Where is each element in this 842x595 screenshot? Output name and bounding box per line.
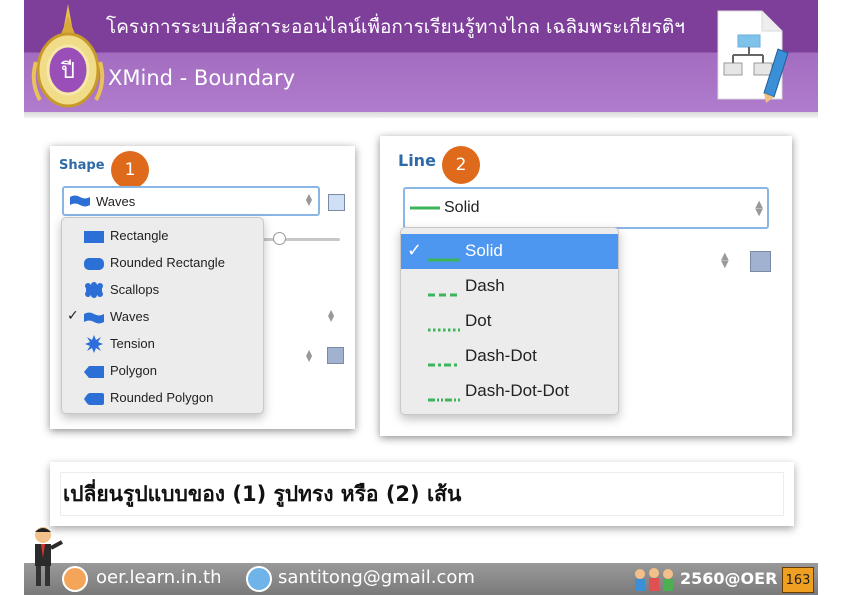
dash-line-icon bbox=[428, 283, 460, 302]
royal-emblem-icon: ปี bbox=[28, 2, 108, 110]
rounded-rectangle-shape-icon bbox=[83, 256, 105, 275]
footer-website[interactable]: oer.learn.in.th bbox=[96, 567, 221, 588]
students-icon bbox=[632, 565, 676, 595]
line-option-solid[interactable]: ✓ Solid bbox=[401, 234, 618, 269]
rounded-polygon-shape-icon bbox=[83, 391, 105, 410]
shape-option-rectangle[interactable]: Rectangle bbox=[62, 224, 263, 248]
caption-frame: เปลี่ยนรูปแบบของ (1) รูปทรง หรือ (2) เส้… bbox=[60, 472, 784, 516]
shape-option-polygon[interactable]: Polygon bbox=[62, 359, 263, 383]
dash-dot-line-icon bbox=[428, 353, 460, 372]
shape-option-rounded-polygon[interactable]: Rounded Polygon bbox=[62, 386, 263, 410]
line-option-label: Dash-Dot-Dot bbox=[465, 381, 569, 400]
checkmark-icon: ✓ bbox=[67, 308, 79, 324]
footer-bar: oer.learn.in.th santitong@gmail.com 2560… bbox=[24, 563, 818, 595]
line-option-label: Dash-Dot bbox=[465, 346, 537, 365]
shape-option-label: Scallops bbox=[110, 282, 160, 297]
line-option-label: Solid bbox=[465, 241, 503, 260]
opacity-slider-handle[interactable] bbox=[273, 232, 286, 245]
shape-option-label: Waves bbox=[110, 309, 150, 324]
shape-select-value: Waves bbox=[96, 193, 136, 209]
line-style-select[interactable]: Solid ▲ ▼ bbox=[403, 187, 769, 229]
banner-subtitle: XMind - Boundary bbox=[108, 66, 296, 90]
line-option-dash-dot-dot[interactable]: Dash-Dot-Dot bbox=[401, 374, 618, 409]
fill-color-swatch[interactable] bbox=[328, 194, 345, 211]
solid-line-icon bbox=[410, 205, 440, 211]
step-badge-2: 2 bbox=[442, 146, 480, 184]
caption-box: เปลี่ยนรูปแบบของ (1) รูปทรง หรือ (2) เส้… bbox=[50, 462, 794, 526]
polygon-shape-icon bbox=[83, 364, 105, 383]
page-number: 163 bbox=[782, 567, 814, 593]
shape-option-label: Polygon bbox=[110, 363, 157, 378]
line-panel: Line 2 Solid ▲ ▼ ▲ ▼ ✓ Solid Dash Dot Da… bbox=[380, 136, 792, 436]
svg-text:ปี: ปี bbox=[60, 59, 75, 84]
teacher-mascot-icon bbox=[26, 526, 66, 592]
caption-text: เปลี่ยนรูปแบบของ (1) รูปทรง หรือ (2) เส้… bbox=[63, 481, 462, 506]
opacity-slider-track[interactable] bbox=[260, 238, 340, 241]
line-select-stepper-icon: ▲ ▼ bbox=[755, 199, 763, 218]
line-width-stepper-icon[interactable]: ▲ ▼ bbox=[328, 309, 334, 323]
header-divider bbox=[24, 112, 818, 118]
solid-line-icon bbox=[428, 248, 460, 267]
line-style-dropdown: ✓ Solid Dash Dot Dash-Dot Dash-Dot-Dot bbox=[400, 227, 619, 415]
shape-dropdown: Rectangle Rounded Rectangle Scallops ✓ W… bbox=[61, 217, 264, 414]
footer-email[interactable]: santitong@gmail.com bbox=[278, 567, 475, 588]
step-badge-1: 1 bbox=[111, 151, 149, 189]
line-style-stepper-icon[interactable]: ▲ ▼ bbox=[306, 349, 312, 363]
line-option-dash[interactable]: Dash bbox=[401, 269, 618, 304]
shape-option-label: Rounded Rectangle bbox=[110, 255, 225, 270]
shape-option-scallops[interactable]: Scallops bbox=[62, 278, 263, 302]
shape-option-tension[interactable]: Tension bbox=[62, 332, 263, 356]
email-icon bbox=[246, 566, 272, 592]
rectangle-shape-icon bbox=[83, 229, 105, 248]
banner-title: โครงการระบบสื่อสาระออนไลน์เพื่อการเรียนร… bbox=[106, 16, 685, 38]
dash-dot-dot-line-icon bbox=[428, 388, 460, 407]
footer-brand: 2560@OER bbox=[680, 569, 778, 588]
shape-option-rounded-rectangle[interactable]: Rounded Rectangle bbox=[62, 251, 263, 275]
shape-option-label: Rounded Polygon bbox=[110, 390, 214, 405]
shape-select[interactable]: Waves ▲ ▼ bbox=[62, 186, 320, 216]
scallops-shape-icon bbox=[83, 282, 105, 302]
line-color-swatch[interactable] bbox=[750, 251, 771, 272]
line-width-stepper-icon[interactable]: ▲ ▼ bbox=[721, 252, 729, 270]
shape-option-label: Rectangle bbox=[110, 228, 169, 243]
xmind-app-icon bbox=[712, 7, 792, 104]
shape-option-label: Tension bbox=[110, 336, 155, 351]
shape-select-stepper-icon: ▲ ▼ bbox=[305, 192, 312, 207]
line-option-dash-dot[interactable]: Dash-Dot bbox=[401, 339, 618, 374]
line-option-label: Dash bbox=[465, 276, 505, 295]
shape-section-title: Shape bbox=[59, 158, 105, 173]
shape-option-waves[interactable]: ✓ Waves bbox=[62, 305, 263, 329]
shape-panel: Shape 1 Waves ▲ ▼ ▲ ▼ ▲ ▼ Rectangle Rounded… bbox=[50, 146, 355, 429]
line-select-value: Solid bbox=[444, 199, 480, 216]
line-section-title: Line bbox=[398, 151, 436, 170]
line-option-dot[interactable]: Dot bbox=[401, 304, 618, 339]
line-option-label: Dot bbox=[465, 311, 492, 330]
line-color-swatch[interactable] bbox=[327, 347, 344, 364]
waves-shape-icon bbox=[83, 310, 105, 329]
checkmark-icon: ✓ bbox=[407, 240, 423, 261]
dot-line-icon bbox=[428, 318, 460, 337]
waves-shape-icon bbox=[69, 194, 91, 208]
tension-shape-icon bbox=[85, 335, 103, 357]
